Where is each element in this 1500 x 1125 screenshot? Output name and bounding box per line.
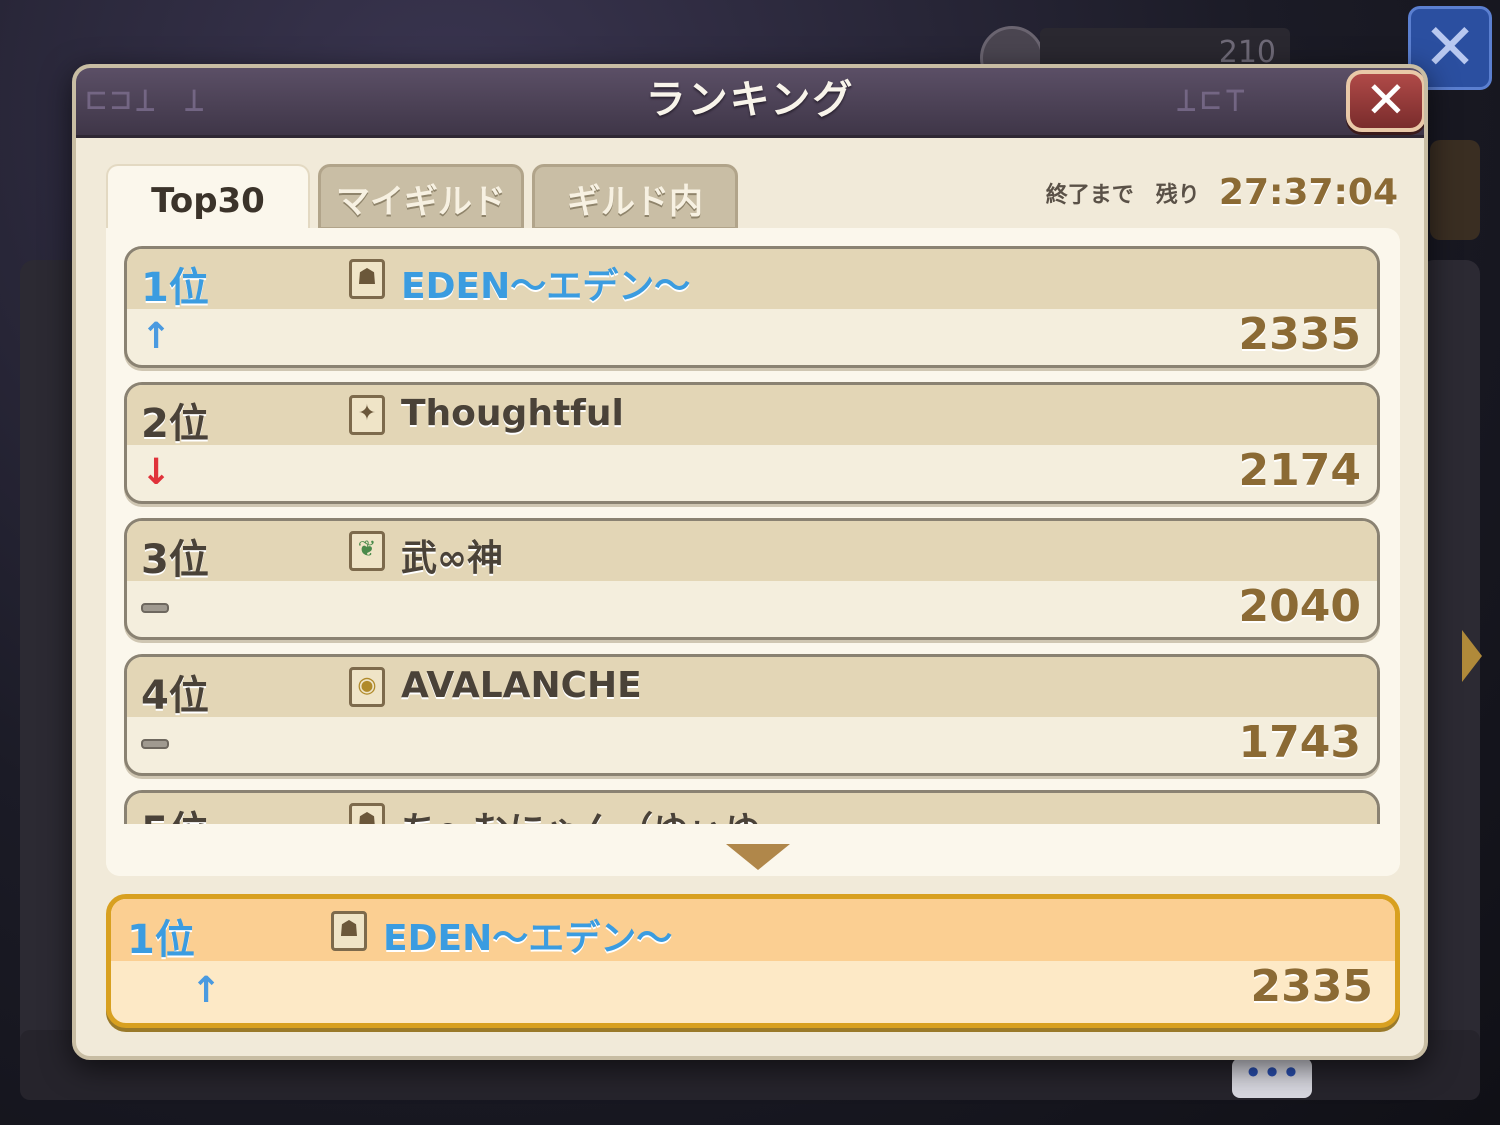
chat-bubble-icon: •••: [1232, 1057, 1312, 1098]
guild-emblem-icon: ☗: [349, 259, 385, 299]
guild-score: 2335: [1238, 309, 1361, 360]
tab-in-guild[interactable]: ギルド内: [532, 164, 738, 230]
rank-label: 1位: [141, 265, 209, 311]
ranking-row[interactable]: 1位 ☗ EDEN〜エデン〜 ↑ 2335: [124, 246, 1380, 368]
close-icon: ✕: [1365, 71, 1407, 129]
rank-label: 4位: [141, 673, 209, 719]
timer-label: 終了まで 残り: [1045, 182, 1200, 208]
background-left-panel: [20, 260, 80, 1080]
guild-name: 武∞神: [401, 538, 503, 579]
my-rank-label: 1位: [127, 917, 195, 963]
my-guild-score: 2335: [1250, 961, 1373, 1012]
chevron-down-icon[interactable]: [726, 844, 790, 870]
card-header-band: [127, 249, 1377, 309]
treasure-chest-icon: [1430, 140, 1480, 240]
card-header-band: [111, 899, 1395, 961]
timer-value: 27:37:04: [1218, 172, 1398, 213]
dialog-title: ランキング: [645, 77, 855, 123]
guild-name: Thoughtful: [401, 393, 624, 434]
card-header-band: [127, 657, 1377, 717]
trend-up-icon: ↑: [141, 316, 172, 357]
trend-down-icon: ↓: [141, 452, 172, 493]
card-header-band: [127, 521, 1377, 581]
ranking-row[interactable]: 2位 ✦ Thoughtful ↓ 2174: [124, 382, 1380, 504]
ranking-row[interactable]: 4位 ◉ AVALANCHE 1743: [124, 654, 1380, 776]
guild-emblem-icon: ☗: [331, 911, 367, 951]
guild-score: 2040: [1238, 581, 1361, 632]
my-guild-name: EDEN〜エデン〜: [383, 918, 673, 959]
dialog-header: ⊏⊐⊥ ⊥ ⊥⊏⊤ ランキング: [76, 68, 1424, 138]
ranking-row[interactable]: 3位 ❦ 武∞神 2040: [124, 518, 1380, 640]
trend-unchanged-icon: [141, 739, 169, 749]
trend-up-icon: ↑: [191, 970, 222, 1011]
tab-top30[interactable]: Top30: [106, 164, 310, 230]
background-right-arrow-icon: [1462, 630, 1482, 682]
tab-my-guild[interactable]: マイギルド: [318, 164, 524, 230]
event-timer: 終了まで 残り 27:37:04: [1046, 172, 1398, 222]
trend-unchanged-icon: [141, 603, 169, 613]
guild-emblem-icon: ❦: [349, 531, 385, 571]
guild-score: 2174: [1238, 445, 1361, 496]
close-button[interactable]: ✕: [1346, 70, 1424, 132]
rank-label: 3位: [141, 537, 209, 583]
guild-name: AVALANCHE: [401, 665, 642, 706]
my-guild-rank-card[interactable]: 1位 ☗ EDEN〜エデン〜 ↑ 2335: [106, 894, 1400, 1028]
guild-emblem-icon: ✦: [349, 395, 385, 435]
ranking-list[interactable]: 1位 ☗ EDEN〜エデン〜 ↑ 2335 2位 ✦ Thoughtful ↓ …: [106, 228, 1400, 876]
card-header-band: [127, 385, 1377, 445]
ranking-dialog: ⊏⊐⊥ ⊥ ⊥⊏⊤ ランキング ✕ Top30 マイギルド ギルド内 終了まで …: [72, 64, 1428, 1060]
rank-label: 2位: [141, 401, 209, 447]
guild-emblem-icon: ◉: [349, 667, 385, 707]
guild-score: 1743: [1238, 717, 1361, 768]
guild-name: EDEN〜エデン〜: [401, 266, 691, 307]
